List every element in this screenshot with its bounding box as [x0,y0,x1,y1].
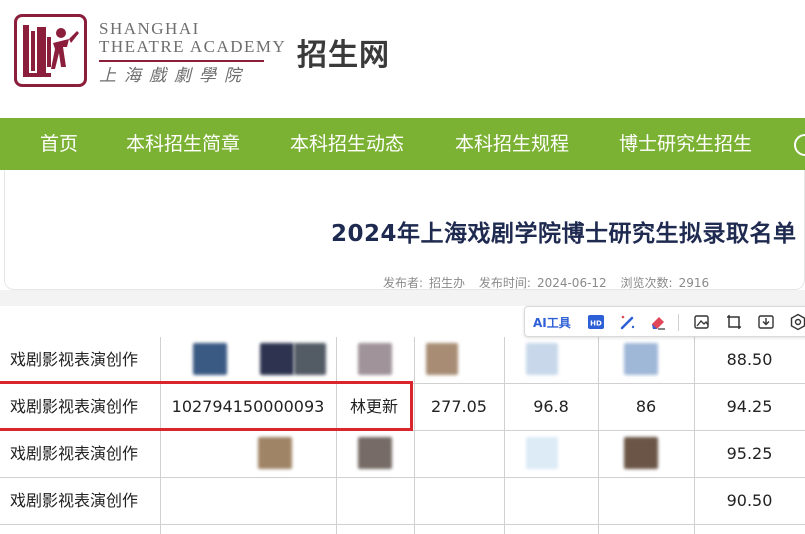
candidate-id-cell: 102794150000093 [171,397,325,416]
table-grid-line [598,337,599,534]
image-toolbar: AI工具 HD [524,306,805,337]
redacted-block [426,343,458,375]
redacted-block [193,343,227,375]
section-gap [0,290,805,306]
settings-icon[interactable] [789,313,805,331]
site-name[interactable]: 招生网 [297,30,390,74]
table-row: 戏剧影视表演创作 90.50 [0,478,805,525]
nav-item-more[interactable] [794,118,805,170]
redacted-block [624,437,658,469]
table-grid-line [694,337,695,534]
publish-time-label: 发布时间: [478,276,531,290]
logo-divider [99,60,264,62]
redacted-block [624,343,658,375]
hd-icon[interactable]: HD [587,313,605,331]
nav-item-home[interactable]: 首页 [40,118,78,170]
academy-logo-text: SHANGHAI THEATRE ACADEMY 上海戲劇學院 [99,19,287,87]
exam-score-cell: 277.05 [431,397,487,416]
main-nav: 首页 本科招生简章 本科招生动态 本科招生规程 博士研究生招生 [0,118,805,170]
redacted-block [358,343,392,375]
table-row: 戏剧影视表演创作 88.50 [0,337,805,384]
nav-item-undergrad-guide[interactable]: 本科招生简章 [126,118,240,170]
article-meta: 发布者: 招生办 发布时间: 2024-06-12 浏览次数: 2916 [383,274,715,291]
total-score-cell: 90.50 [726,491,773,510]
download-icon[interactable] [757,313,775,331]
redacted-block [258,437,292,469]
logo-english-line2: THEATRE ACADEMY [99,37,287,56]
major-cell: 戏剧影视表演创作 [10,397,139,416]
redacted-block [260,343,294,375]
logo-chinese: 上海戲劇學院 [99,66,249,86]
exam-score-cell: 96.8 [533,397,569,416]
site-header: SHANGHAI THEATRE ACADEMY 上海戲劇學院 招生网 [0,0,805,118]
major-cell: 戏剧影视表演创作 [10,350,139,369]
views-label: 浏览次数: [620,276,673,290]
table-grid-line [336,337,337,534]
redacted-block [294,343,326,375]
admission-table: 戏剧影视表演创作 88.50 戏剧影视表演创作 102794150000093 … [0,337,805,534]
table-grid-line [504,337,505,534]
redacted-block [526,437,558,469]
publisher-label: 发布者: [383,276,424,290]
article-header-card: 2024年上海戏剧学院博士研究生拟录取名单 发布者: 招生办 发布时间: 2024-… [4,170,805,290]
logo-english-line1: SHANGHAI [99,19,200,38]
table-grid-line [160,337,161,534]
table-row: 戏剧影视表演创作 102794150000093 林更新 277.05 96.8… [0,384,805,431]
article-title: 2024年上海戏剧学院博士研究生拟录取名单 [331,221,797,247]
redacted-block [358,437,392,469]
publish-time-value: 2024-06-12 [536,276,607,290]
redacted-block [526,343,558,375]
nav-item-undergrad-news[interactable]: 本科招生动态 [290,118,404,170]
major-cell: 戏剧影视表演创作 [10,444,139,463]
exam-score-cell: 86 [635,397,657,416]
eraser-icon[interactable] [649,313,667,331]
ai-tools-button[interactable]: AI工具 [533,314,571,331]
crop-icon[interactable] [725,313,743,331]
table-row: 戏剧影视表演创作 95.25 [0,431,805,478]
image-edit-icon[interactable] [693,313,711,331]
svg-text:HD: HD [590,320,602,328]
nav-item-undergrad-rules[interactable]: 本科招生规程 [455,118,569,170]
candidate-name-cell: 林更新 [349,397,398,416]
toolbar-divider [678,314,679,331]
magic-wand-icon[interactable] [619,313,637,331]
table-grid-line [414,337,415,534]
publisher-value: 招生办 [429,276,466,290]
total-score-cell: 94.25 [726,397,773,416]
major-cell: 戏剧影视表演创作 [10,491,139,510]
academy-logo-icon[interactable] [14,14,87,87]
views-value: 2916 [678,276,710,290]
total-score-cell: 95.25 [726,444,773,463]
nav-item-phd-admission[interactable]: 博士研究生招生 [619,118,752,170]
total-score-cell: 88.50 [726,350,773,369]
